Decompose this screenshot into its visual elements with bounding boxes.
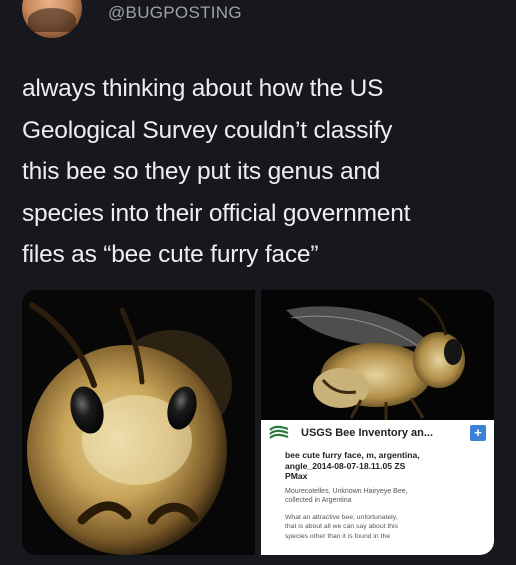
add-button[interactable]: + [470,425,486,441]
user-handle[interactable]: @BUGPOSTING [108,3,242,23]
card-header: USGS Bee Inventory an... [261,420,494,446]
card-main-text: bee cute furry face, m, argentina, angle… [285,450,420,482]
bee-side-photo[interactable] [261,290,494,420]
usgs-logo-icon [269,425,289,441]
bee-face-photo[interactable] [22,290,255,555]
tweet-text: always thinking about how the US Geologi… [22,75,411,268]
bee-side-illustration [261,290,494,420]
card-sub-text: Mourecotelles, Unknown Hairyeye Bee, col… [285,487,408,505]
card-title[interactable]: USGS Bee Inventory an... [301,427,433,439]
card-body: bee cute furry face, m, argentina, angle… [285,450,485,541]
usgs-inventory-card[interactable]: USGS Bee Inventory an... + bee cute furr… [261,420,494,555]
bee-face-illustration [22,290,255,555]
media-grid: USGS Bee Inventory an... + bee cute furr… [22,290,494,555]
card-description: What an attractive bee, unfortunately, t… [285,513,398,540]
avatar[interactable] [22,0,82,38]
